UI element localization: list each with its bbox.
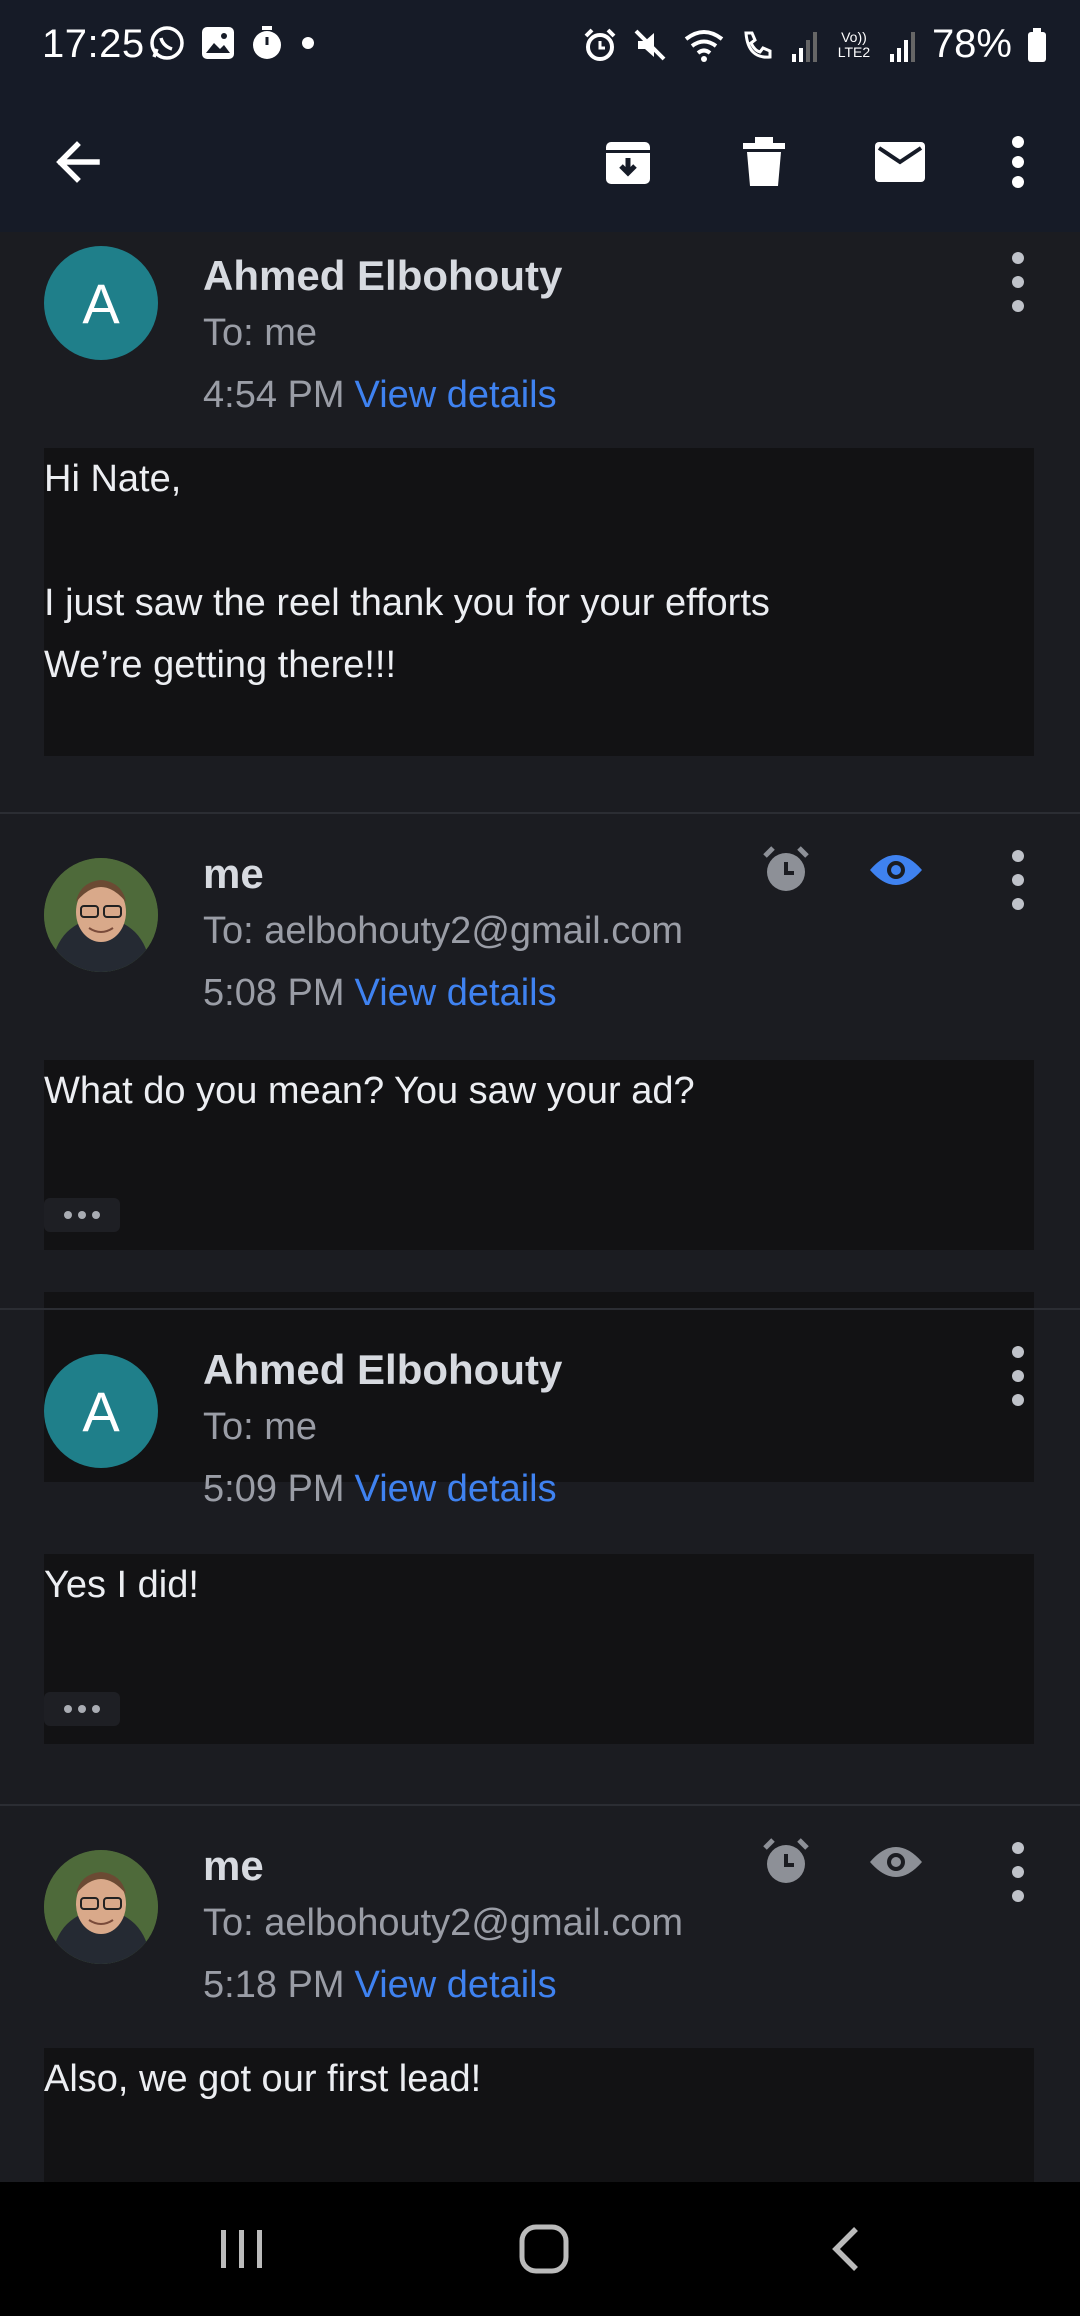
sent-time: 5:18 PM [203,1964,345,2006]
snooze-alarm-icon[interactable] [756,840,816,900]
sender-name: me [203,1842,264,1889]
wifi-icon [682,27,726,63]
message-body: Yes I did! [44,1554,1034,1744]
message-body: Hi Nate, I just saw the reel thank you f… [44,448,1034,756]
status-left-icons [148,24,318,62]
view-details-link[interactable]: View details [355,972,557,1014]
whatsapp-icon [148,24,186,62]
status-right-icons: Vo)) LTE2 78% [582,22,1048,67]
sender-name: me [203,850,264,897]
snooze-alarm-icon[interactable] [756,1832,816,1892]
sent-time: 5:09 PM [203,1468,345,1510]
mute-icon [632,27,668,63]
view-details-link[interactable]: View details [355,374,557,416]
message-body-text: Yes I did! [44,1564,199,1606]
avatar[interactable]: A [44,246,158,360]
time-line: 5:08 PM View details [203,972,557,1015]
back-arrow-icon[interactable] [38,122,118,202]
view-details-link[interactable]: View details [355,1964,557,2006]
signal-icon [790,28,820,62]
app-bar [0,92,1080,232]
message-thread: A Ahmed Elbohouty To: me 4:54 PM View det… [0,232,1080,2182]
dot-icon [298,33,318,53]
gallery-icon [200,25,236,61]
delete-icon[interactable] [724,122,804,202]
recipient-line: To: me [203,312,318,354]
message-more-icon[interactable] [998,850,1038,910]
show-quoted-text-button[interactable] [44,1198,120,1232]
time-line: 5:18 PM View details [203,1964,557,2007]
sender-name: Ahmed Elbohouty [203,252,563,299]
more-vert-icon[interactable] [978,122,1058,202]
avatar[interactable] [44,858,158,972]
message-body: What do you mean? You saw your ad? [44,1060,1034,1250]
back-icon[interactable] [806,2214,886,2284]
mark-unread-icon[interactable] [860,122,940,202]
wifi-calling-icon [740,27,776,63]
message-more-icon[interactable] [998,252,1038,312]
avatar[interactable] [44,1850,158,1964]
home-icon[interactable] [504,2214,584,2284]
navigation-bar [0,2182,1080,2316]
recents-icon[interactable] [202,2214,282,2284]
show-quoted-text-button[interactable] [44,1692,120,1726]
battery-percent: 78% [931,22,1012,66]
read-receipt-eye-icon[interactable] [866,1832,926,1892]
message-body-text: What do you mean? You saw your ad? [44,1070,695,1112]
message-item: A Ahmed Elbohouty To: me 4:54 PM View det… [0,232,1080,812]
timer-icon [250,25,284,61]
time-line: 4:54 PM View details [203,374,557,417]
message-body-text: Also, we got our first lead! [44,2058,482,2100]
status-bar: 17:25 Vo)) LTE2 78% [0,0,1080,92]
recipient-line: To: aelbohouty2@gmail.com [203,1902,684,1944]
status-time: 17:25 [42,22,145,66]
avatar-letter: A [82,271,120,335]
message-more-icon[interactable] [998,1842,1038,1902]
profile-photo [44,1850,158,1964]
battery-icon [1026,27,1048,63]
message-body: Also, we got our first lead! [44,2048,1034,2182]
sender-name: Ahmed Elbohouty [203,1346,563,1393]
signal-icon [888,28,918,62]
avatar[interactable]: A [44,1354,158,1468]
recipient-line: To: aelbohouty2@gmail.com [203,910,684,952]
archive-icon[interactable] [588,122,668,202]
sent-time: 5:08 PM [203,972,345,1014]
avatar-letter: A [82,1379,120,1443]
message-more-icon[interactable] [998,1346,1038,1406]
alarm-icon [582,27,618,63]
sent-time: 4:54 PM [203,374,345,416]
profile-photo [44,858,158,972]
time-line: 5:09 PM View details [203,1468,557,1511]
volte-icon: Vo)) LTE2 [837,28,871,60]
recipient-line: To: me [203,1406,318,1448]
view-details-link[interactable]: View details [355,1468,557,1510]
message-body-text: Hi Nate, I just saw the reel thank you f… [44,458,770,686]
read-receipt-eye-icon[interactable] [866,840,926,900]
